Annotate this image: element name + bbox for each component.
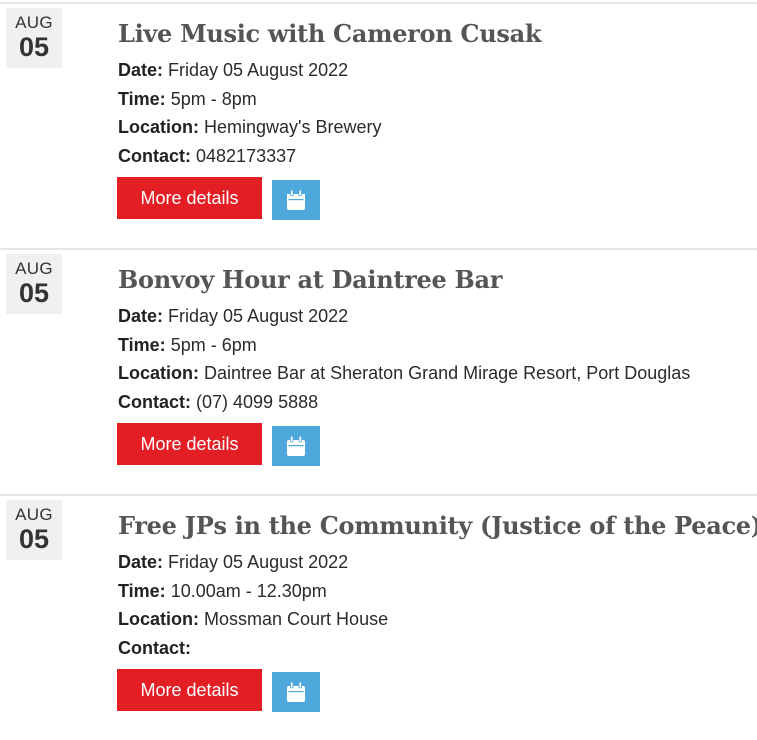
time-value: 5pm - 6pm — [170, 335, 257, 355]
event-time-row: Time: 5pm - 6pm — [118, 333, 257, 357]
date-value: Friday 05 August 2022 — [168, 306, 349, 326]
event-contact-row: Contact: 0482173337 — [118, 144, 296, 168]
event-title[interactable]: Bonvoy Hour at Daintree Bar — [118, 264, 502, 296]
contact-value: 0482173337 — [196, 146, 297, 166]
event-title[interactable]: Free JPs in the Community (Justice of th… — [118, 510, 757, 542]
add-to-calendar-button[interactable] — [272, 672, 320, 712]
event-card: AUG 05 Free JPs in the Community (Justic… — [0, 494, 757, 740]
location-value: Daintree Bar at Sheraton Grand Mirage Re… — [204, 363, 691, 383]
event-location-row: Location: Daintree Bar at Sheraton Grand… — [118, 361, 690, 385]
date-value: Friday 05 August 2022 — [168, 552, 349, 572]
location-value: Mossman Court House — [204, 609, 389, 629]
contact-value: (07) 4099 5888 — [196, 392, 319, 412]
event-date-row: Date: Friday 05 August 2022 — [118, 58, 348, 82]
date-day: 05 — [18, 524, 50, 554]
date-badge: AUG 05 — [6, 254, 62, 314]
more-details-button[interactable]: More details — [117, 669, 262, 711]
event-location-row: Location: Mossman Court House — [118, 607, 388, 631]
contact-label: Contact: — [118, 146, 191, 166]
date-day: 05 — [18, 278, 50, 308]
date-month: AUG — [15, 259, 53, 278]
date-label: Date: — [118, 60, 164, 80]
date-badge: AUG 05 — [6, 500, 62, 560]
event-card: AUG 05 Live Music with Cameron Cusak Dat… — [0, 2, 757, 248]
event-contact-row: Contact: (07) 4099 5888 — [118, 390, 318, 414]
date-day: 05 — [18, 32, 50, 62]
event-date-row: Date: Friday 05 August 2022 — [118, 550, 348, 574]
time-value: 5pm - 8pm — [170, 89, 257, 109]
event-location-row: Location: Hemingway's Brewery — [118, 115, 382, 139]
date-label: Date: — [118, 552, 164, 572]
event-title[interactable]: Live Music with Cameron Cusak — [118, 18, 541, 50]
event-time-row: Time: 10.00am - 12.30pm — [118, 579, 327, 603]
contact-label: Contact: — [118, 392, 191, 412]
time-label: Time: — [118, 335, 166, 355]
location-value: Hemingway's Brewery — [204, 117, 382, 137]
date-label: Date: — [118, 306, 164, 326]
date-value: Friday 05 August 2022 — [168, 60, 349, 80]
contact-label: Contact: — [118, 638, 191, 658]
location-label: Location: — [118, 609, 199, 629]
date-month: AUG — [15, 505, 53, 524]
add-to-calendar-button[interactable] — [272, 180, 320, 220]
add-to-calendar-button[interactable] — [272, 426, 320, 466]
calendar-icon — [287, 682, 305, 702]
calendar-icon — [287, 436, 305, 456]
event-date-row: Date: Friday 05 August 2022 — [118, 304, 348, 328]
more-details-button[interactable]: More details — [117, 423, 262, 465]
location-label: Location: — [118, 363, 199, 383]
time-value: 10.00am - 12.30pm — [170, 581, 327, 601]
calendar-icon — [287, 190, 305, 210]
more-details-button[interactable]: More details — [117, 177, 262, 219]
event-time-row: Time: 5pm - 8pm — [118, 87, 257, 111]
event-contact-row: Contact: — [118, 636, 191, 660]
time-label: Time: — [118, 89, 166, 109]
event-card: AUG 05 Bonvoy Hour at Daintree Bar Date:… — [0, 248, 757, 494]
date-month: AUG — [15, 13, 53, 32]
time-label: Time: — [118, 581, 166, 601]
date-badge: AUG 05 — [6, 8, 62, 68]
location-label: Location: — [118, 117, 199, 137]
